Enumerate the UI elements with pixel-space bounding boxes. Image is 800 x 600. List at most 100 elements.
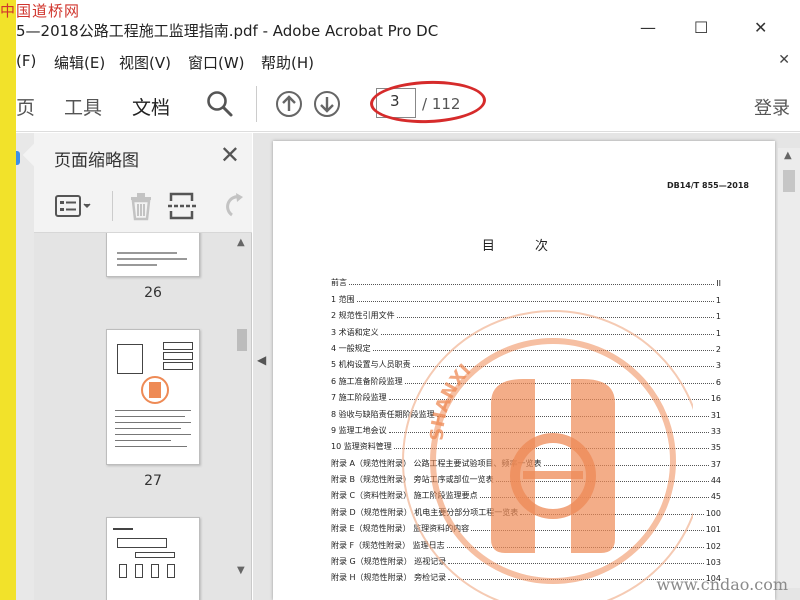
toc-entry[interactable]: 1 范围 1 xyxy=(331,288,721,305)
toc-entry[interactable]: 4 一般规定 2 xyxy=(331,338,721,354)
tab-home[interactable]: 页 xyxy=(16,93,35,120)
toc-entry-page: 35 xyxy=(710,443,721,453)
toc-entry-page: 2 xyxy=(715,344,721,354)
close-document-button[interactable]: ✕ xyxy=(778,52,790,68)
toc-leader-dots xyxy=(448,563,704,565)
toc-entry[interactable]: 附录 E（规范性附录） 监理资料的内容 101 xyxy=(331,518,721,534)
menu-view[interactable]: 视图(V) xyxy=(119,52,171,73)
toc-entry[interactable]: 5 机构设置与人员职责 3 xyxy=(331,354,721,370)
toc-entry[interactable]: 7 施工阶段监理 16 xyxy=(331,387,721,403)
toc-entry-label: 3 术语和定义 xyxy=(331,327,379,337)
toc-leader-dots xyxy=(393,448,709,450)
toc-entry-label: 5 机构设置与人员职责 xyxy=(331,360,411,370)
toc-entry-page: 103 xyxy=(705,558,721,568)
toc-leader-dots xyxy=(388,431,709,433)
toc-leader-dots xyxy=(412,366,714,368)
toc-entry-page: 6 xyxy=(715,377,721,387)
next-page-icon[interactable] xyxy=(313,90,341,122)
toc-leader-dots xyxy=(396,317,714,319)
toc-entry-page: 1 xyxy=(715,295,721,305)
toc-entry-label: 附录 C（资料性附录） 施工阶段监理要点 xyxy=(331,491,478,501)
scrollbar-thumb[interactable] xyxy=(237,329,247,351)
menu-file[interactable]: (F) xyxy=(16,52,36,70)
toc-leader-dots xyxy=(388,399,709,401)
toc-entry-page: 45 xyxy=(710,492,721,502)
panel-title: 页面缩略图 xyxy=(54,151,139,171)
toc-entry-label: 前言 xyxy=(331,278,347,288)
toc-leader-dots xyxy=(356,300,714,302)
panel-header: 页面缩略图 ✕ xyxy=(22,133,252,179)
thumbnail-page-27[interactable] xyxy=(106,329,200,465)
search-icon[interactable] xyxy=(206,90,234,122)
thumbnail-page-26[interactable] xyxy=(106,233,200,277)
toc-entry[interactable]: 10 监理资料管理 35 xyxy=(331,436,721,452)
toc-entry[interactable]: 附录 B（规范性附录） 旁站工序或部位一览表 44 xyxy=(331,469,721,485)
toolbar-separator xyxy=(256,86,257,122)
close-window-button[interactable]: ✕ xyxy=(754,18,767,37)
trash-icon[interactable] xyxy=(128,191,154,225)
toc-leader-dots xyxy=(543,464,709,466)
scroll-up-icon[interactable]: ▲ xyxy=(237,237,245,248)
toc-entry[interactable]: 附录 A（规范性附录） 公路工程主要试验项目、频率一览表 37 xyxy=(331,452,721,469)
document-code: DB14/T 855—2018 xyxy=(667,181,749,190)
thumbnail-options-icon[interactable] xyxy=(54,193,94,223)
toc-entry-page: 100 xyxy=(705,508,721,518)
toc-entry-label: 9 监理工地会议 xyxy=(331,425,387,435)
toc-entry-page: 1 xyxy=(715,312,721,322)
doc-scroll-up-icon[interactable]: ▲ xyxy=(784,150,792,161)
toc-entry-page: 3 xyxy=(715,361,721,371)
toc-entry-label: 附录 G（规范性附录） 巡视记录 xyxy=(331,557,447,567)
toc-entry-label: 10 监理资料管理 xyxy=(331,442,392,452)
toc-entry[interactable]: 2 规范性引用文件 1 xyxy=(331,305,721,321)
main-toolbar: 页 工具 文档 3 / 112 登录 xyxy=(16,76,800,136)
tab-tools[interactable]: 工具 xyxy=(64,93,102,120)
toc-entry-label: 附录 E（规范性附录） 监理资料的内容 xyxy=(331,524,470,534)
toc-entry-page: 102 xyxy=(705,541,721,551)
navigation-strip xyxy=(16,133,34,600)
table-of-contents: 前言 II 1 范围 1 2 规范性引用文件 1 3 术语和定义 1 4 一般规定 2 5 机构设置… xyxy=(331,272,721,583)
toc-entry[interactable]: 附录 C（资料性附录） 施工阶段监理要点 45 xyxy=(331,485,721,501)
login-button[interactable]: 登录 xyxy=(754,94,790,120)
toc-entry[interactable]: 6 施工准备阶段监理 6 xyxy=(331,370,721,387)
doc-scrollbar-thumb[interactable] xyxy=(783,170,795,192)
menu-bar: (F) 编辑(E) 视图(V) 窗口(W) 帮助(H) ✕ xyxy=(16,46,800,76)
toc-entry[interactable]: 9 监理工地会议 33 xyxy=(331,420,721,436)
close-panel-button[interactable]: ✕ xyxy=(220,141,240,169)
thumbnail-page-28[interactable] xyxy=(106,517,200,600)
toc-entry-page: 33 xyxy=(710,426,721,436)
toc-leader-dots xyxy=(404,382,714,384)
toc-entry[interactable]: 附录 F（规范性附录） 监理日志 102 xyxy=(331,534,721,551)
toc-leader-dots xyxy=(349,284,715,286)
toc-leader-dots xyxy=(520,513,704,515)
toc-entry-label: 1 范围 xyxy=(331,294,355,304)
panel-toolbar xyxy=(34,179,252,233)
thumbnail-number: 26 xyxy=(144,285,162,301)
scroll-down-icon[interactable]: ▼ xyxy=(237,565,245,576)
toc-entry[interactable]: 附录 D（规范性附录） 机电主要分部分项工程一览表 100 xyxy=(331,501,721,518)
title-bar: 5—2018公路工程施工监理指南.pdf - Adobe Acrobat Pro… xyxy=(16,0,800,46)
toc-entry[interactable]: 8 验收与缺陷责任期阶段监理 31 xyxy=(331,403,721,420)
toc-leader-dots xyxy=(436,415,709,417)
toc-entry[interactable]: 附录 G（规范性附录） 巡视记录 103 xyxy=(331,551,721,567)
maximize-button[interactable]: ☐ xyxy=(694,18,708,37)
thumbnail-scrollbar[interactable]: ▲ ▼ xyxy=(233,233,251,600)
tab-document[interactable]: 文档 xyxy=(129,93,173,136)
document-scrollbar[interactable]: ▲ xyxy=(778,148,800,588)
thumbnail-number: 27 xyxy=(144,473,162,489)
extract-pages-icon[interactable] xyxy=(168,191,198,225)
menu-edit[interactable]: 编辑(E) xyxy=(54,52,105,73)
toc-entry[interactable]: 前言 II xyxy=(331,272,721,288)
toc-entry-label: 附录 B（规范性附录） 旁站工序或部位一览表 xyxy=(331,475,494,485)
toc-entry[interactable]: 3 术语和定义 1 xyxy=(331,321,721,338)
toc-entry-label: 2 规范性引用文件 xyxy=(331,311,395,321)
window-title: 5—2018公路工程施工监理指南.pdf - Adobe Acrobat Pro… xyxy=(16,22,439,40)
collapse-left-icon[interactable]: ◀ xyxy=(257,353,266,367)
panel-toolbar-separator xyxy=(112,191,113,221)
previous-page-icon[interactable] xyxy=(275,90,303,122)
minimize-button[interactable]: — xyxy=(640,18,656,37)
toc-entry-page: 37 xyxy=(710,459,721,469)
rotate-icon[interactable] xyxy=(224,191,244,225)
menu-window[interactable]: 窗口(W) xyxy=(188,52,245,73)
page-thumbnails-panel: 页面缩略图 ✕ 26 27 ▲ ▼ xyxy=(22,133,252,600)
menu-help[interactable]: 帮助(H) xyxy=(261,52,314,73)
